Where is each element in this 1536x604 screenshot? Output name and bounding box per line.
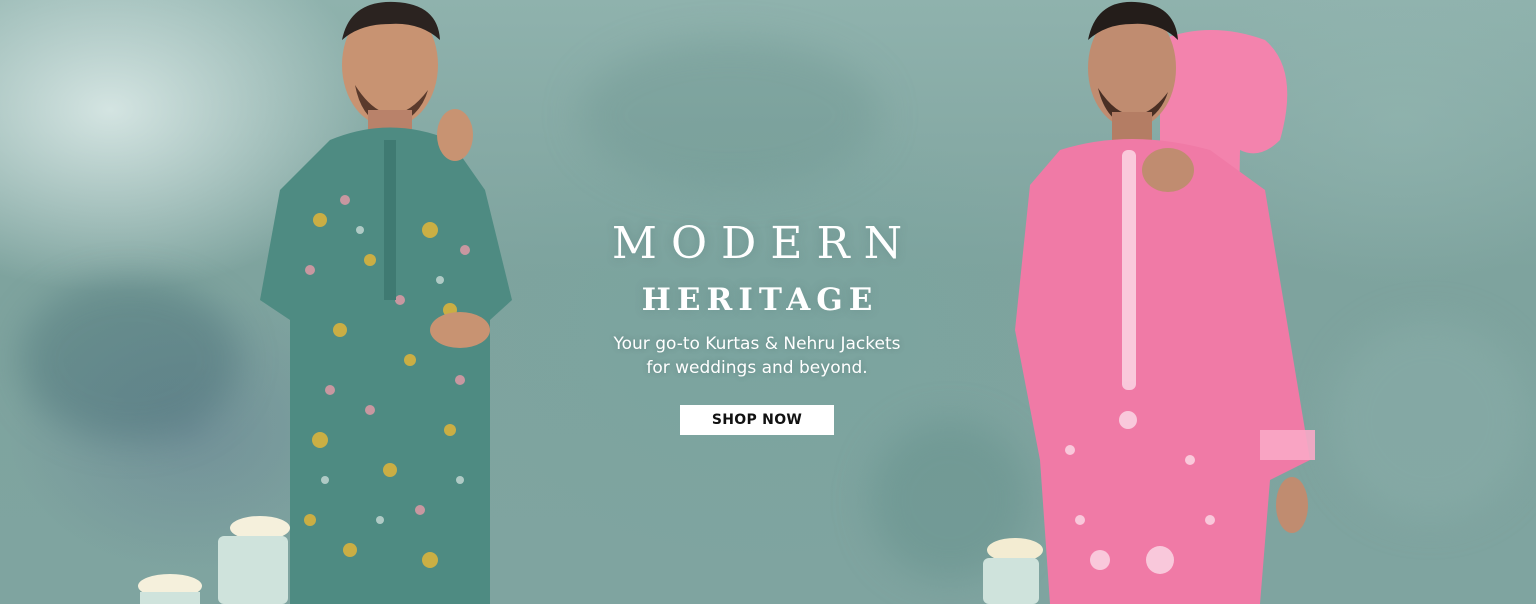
- subtitle-line-1: Your go-to Kurtas & Nehru Jackets: [613, 334, 901, 354]
- hero-banner[interactable]: MODERN HERITAGE Your go-to Kurtas & Nehr…: [0, 0, 1536, 604]
- headline-modern: MODERN: [611, 218, 917, 269]
- background-texture: [1330, 320, 1530, 520]
- subtitle: Your go-to Kurtas & Nehru Jackets for we…: [560, 332, 954, 380]
- model-pink-kurta-image: [1015, 1, 1315, 604]
- model-teal-kurta-image: [260, 1, 512, 604]
- subtitle-line-2: for weddings and beyond.: [646, 358, 868, 378]
- background-texture: [580, 40, 880, 190]
- headline-heritage: HERITAGE: [641, 282, 879, 318]
- shop-now-button[interactable]: SHOP NOW: [680, 405, 834, 435]
- background-texture: [20, 280, 240, 440]
- hero-copy: MODERN HERITAGE Your go-to Kurtas & Nehr…: [560, 218, 954, 435]
